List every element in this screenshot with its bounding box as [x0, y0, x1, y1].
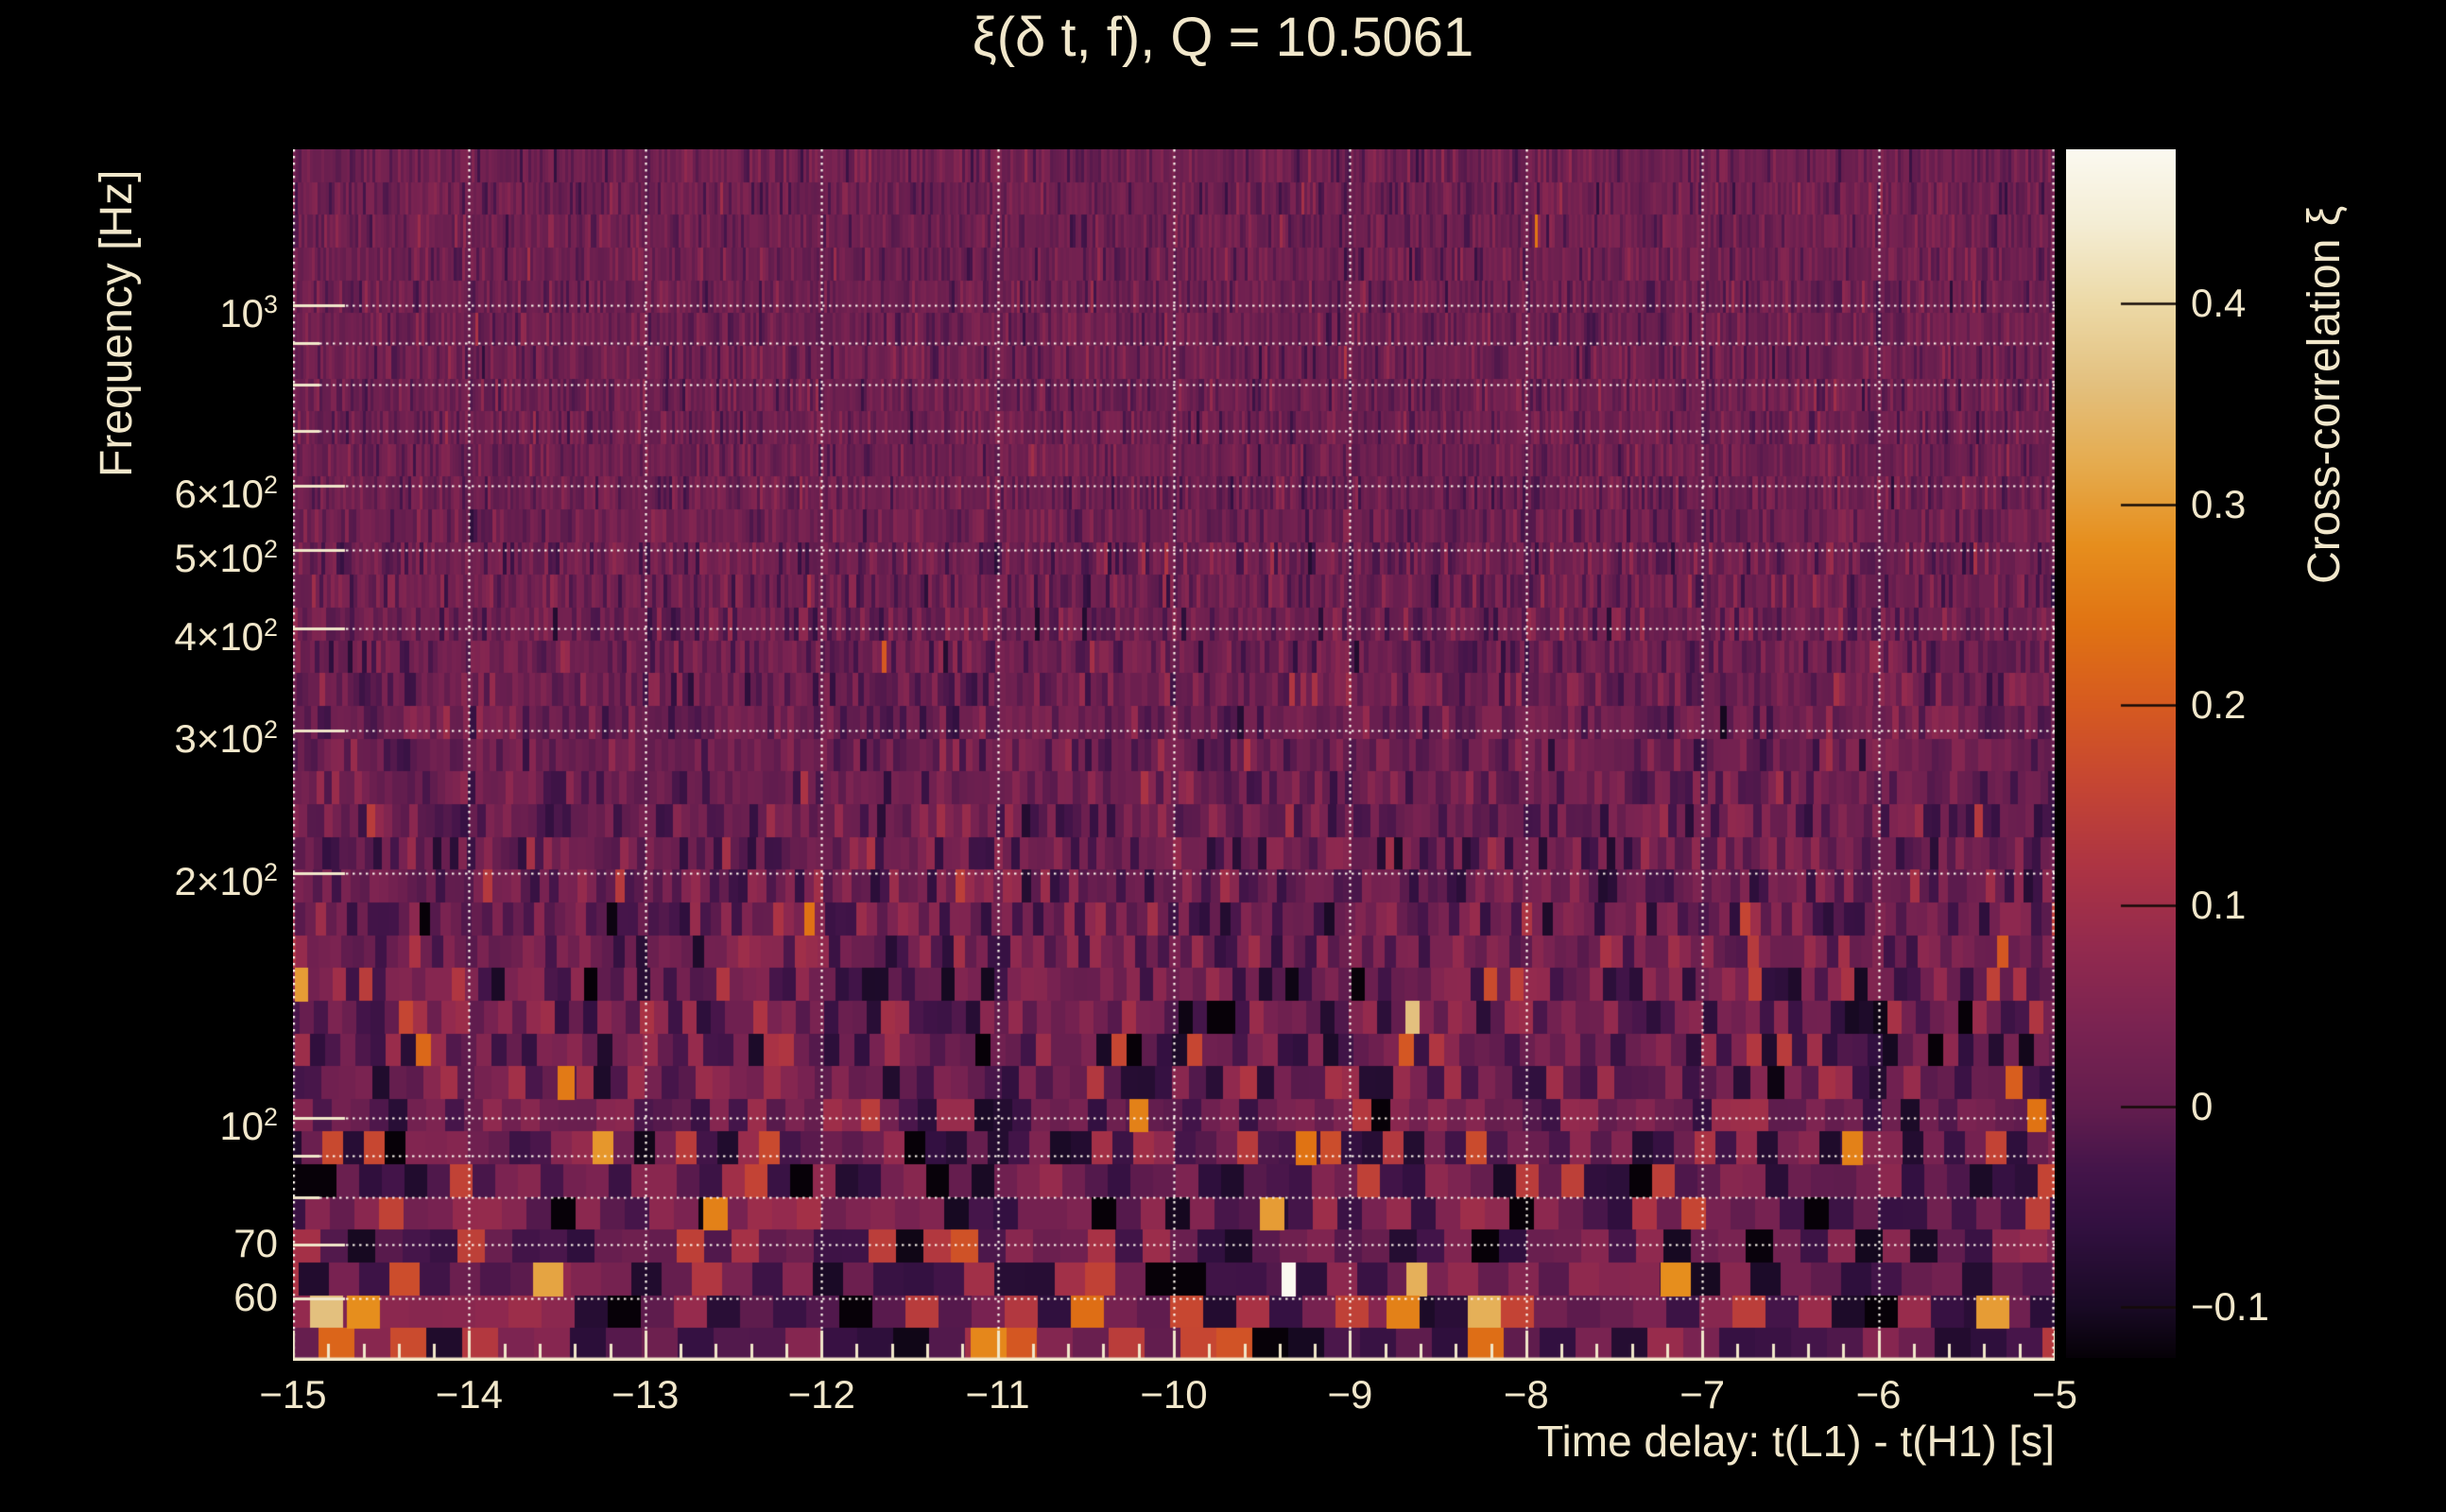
x-tick-label: −14 — [435, 1372, 504, 1417]
x-tick-label: −10 — [1140, 1372, 1208, 1417]
plot-title: ξ(δ t, f), Q = 10.5061 — [972, 7, 1474, 68]
colorbar-tick-label: 0 — [2191, 1083, 2213, 1128]
y-tick-label: 2×102 — [174, 858, 278, 904]
y-tick-label: 102 — [219, 1103, 278, 1149]
colorbar-label: Cross-correlation ξ — [2300, 205, 2350, 584]
x-tick-label: −7 — [1679, 1372, 1726, 1417]
x-tick-label: −11 — [965, 1372, 1030, 1417]
x-tick-label: −9 — [1327, 1372, 1373, 1417]
qscan-figure: ξ(δ t, f), Q = 10.5061 Frequency [Hz] 10… — [0, 0, 2446, 1512]
x-tick-label: −12 — [787, 1372, 855, 1417]
x-tick-label: −6 — [1855, 1372, 1902, 1417]
colorbar-tick-label: 0.1 — [2191, 883, 2247, 928]
colorbar-tick-label: −0.1 — [2191, 1283, 2269, 1329]
colorbar-tick-label: 0.3 — [2191, 481, 2247, 526]
colorbar-tick-label: 0.4 — [2191, 281, 2247, 326]
colorbar-tick-label: 0.2 — [2191, 682, 2247, 728]
y-tick-label: 60 — [233, 1275, 278, 1320]
x-tick-label: −15 — [259, 1372, 327, 1417]
y-tick-label: 5×102 — [174, 535, 278, 581]
y-tick-label: 6×102 — [174, 470, 278, 516]
y-tick-label: 103 — [219, 290, 278, 336]
x-axis-label: Time delay: t(L1) - t(H1) [s] — [1537, 1417, 2055, 1466]
y-tick-label: 3×102 — [174, 714, 278, 761]
x-tick-label: −8 — [1503, 1372, 1549, 1417]
heatmap-canvas — [293, 149, 2055, 1361]
y-tick-label: 4×102 — [174, 613, 278, 660]
y-tick-label: 70 — [233, 1220, 278, 1265]
x-tick-label: −13 — [612, 1372, 680, 1417]
x-tick-label: −5 — [2032, 1372, 2077, 1417]
colorbar-canvas — [2066, 149, 2176, 1358]
